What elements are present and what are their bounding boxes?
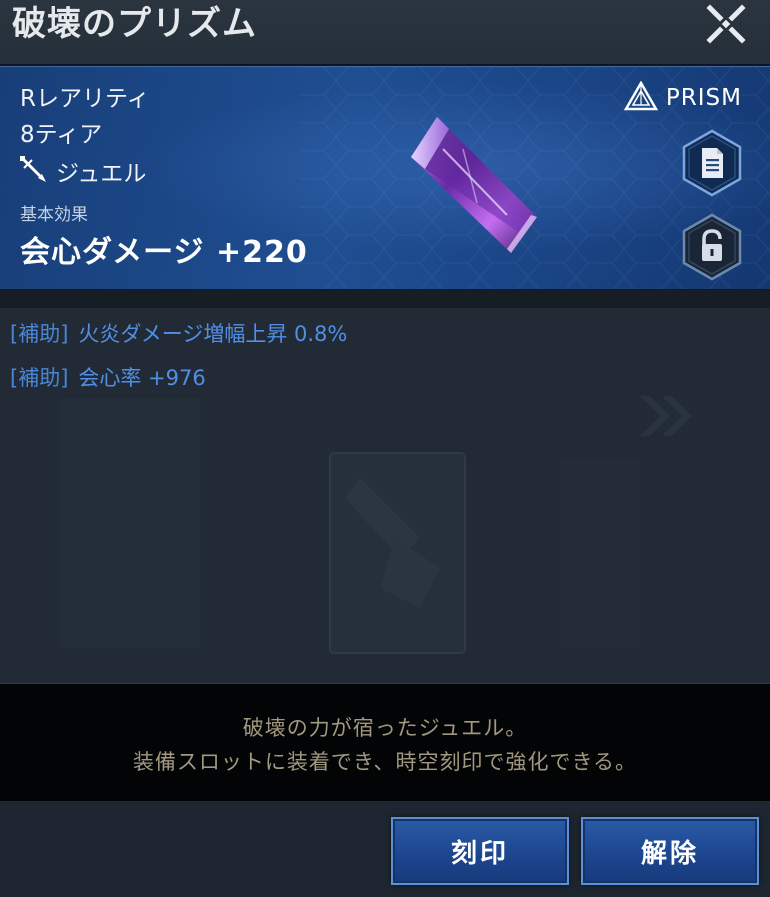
prism-badge: PRISM	[623, 80, 742, 115]
lock-button[interactable]	[680, 213, 744, 281]
item-info-panel: Rレアリティ 8ティア ジュエル 基本効果 会心ダメージ +220 PRISM	[0, 66, 770, 291]
item-type-row: ジュエル	[18, 155, 146, 187]
sub-effect-text: 会心率 +976	[78, 366, 206, 390]
base-effect-value: 会心ダメージ +220	[20, 235, 308, 270]
header-bar: 破壊のプリズム	[0, 0, 770, 66]
sub-effects-area: [補助] 火炎ダメージ増幅上昇 0.8% [補助] 会心率 +976	[0, 308, 770, 683]
description-line-2: 装備スロットに装着でき、時空刻印で強化できる。	[132, 750, 638, 774]
action-bar: 刻印 解除	[0, 801, 770, 897]
lock-open-icon	[682, 213, 742, 281]
page-title: 破壊のプリズム	[12, 4, 257, 44]
divider-strip	[0, 290, 770, 310]
base-effect-label: 基本効果	[20, 205, 88, 225]
rarity-label: Rレアリティ	[20, 86, 150, 112]
description-line-1: 破壊の力が宿ったジュエル。	[242, 716, 528, 740]
prism-triangle-icon	[623, 80, 659, 115]
close-icon[interactable]	[704, 2, 748, 46]
document-icon	[682, 129, 742, 197]
sub-effect-tag: [補助]	[10, 366, 69, 390]
prism-detail-screen: 破壊のプリズム Rレアリティ 8ティア ジュエル 基本効果 会心ダメージ +22…	[0, 0, 770, 897]
engrave-button[interactable]: 刻印	[391, 817, 569, 885]
jewel-sword-icon	[18, 154, 48, 188]
tier-label: 8ティア	[20, 122, 103, 148]
description-panel: 破壊の力が宿ったジュエル。 装備スロットに装着でき、時空刻印で強化できる。	[0, 683, 770, 802]
document-button[interactable]	[680, 129, 744, 197]
prism-gem-image	[403, 103, 543, 257]
sub-effect-tag: [補助]	[10, 322, 69, 346]
sub-effect-row: [補助] 火炎ダメージ増幅上昇 0.8%	[10, 320, 347, 348]
prism-badge-label: PRISM	[665, 85, 742, 111]
release-button[interactable]: 解除	[581, 817, 759, 885]
sub-effect-row: [補助] 会心率 +976	[10, 364, 206, 392]
sub-effect-text: 火炎ダメージ増幅上昇 0.8%	[78, 322, 348, 346]
item-type-label: ジュエル	[56, 161, 147, 187]
